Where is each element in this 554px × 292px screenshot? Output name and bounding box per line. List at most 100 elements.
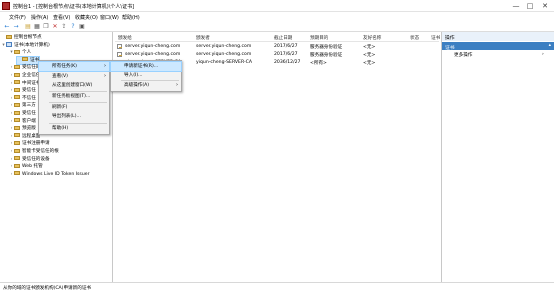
tree-item[interactable]: › 第三方 (9, 102, 36, 109)
tree-item-label: 预览版 (22, 126, 36, 132)
context-menu-item[interactable]: 刷新(F) (39, 103, 109, 112)
all-tasks-submenu: 申请新证书(R)... 导入(I)... 高级操作(A) › (110, 60, 182, 92)
tree-item[interactable]: › 远程桌面 (9, 133, 40, 140)
table-cell: <无> (363, 61, 376, 66)
tree-item[interactable]: › 智能卡受信任的根 (9, 148, 59, 155)
tree-item[interactable]: 控制台根节点 (1, 34, 42, 41)
menu-window[interactable]: 窗口(W) (100, 14, 119, 21)
minimize-button[interactable]: — (510, 1, 522, 11)
up-folder-icon[interactable]: ▤ (24, 23, 32, 30)
menu-file[interactable]: 文件(F) (9, 14, 26, 21)
export-icon[interactable]: ⇪ (60, 23, 68, 30)
menu-action[interactable]: 操作(A) (31, 14, 48, 21)
tree-item[interactable]: › 预览版 (9, 125, 36, 132)
tree-item[interactable]: › Web 托管 (9, 163, 43, 170)
close-button[interactable]: ✕ (539, 1, 551, 11)
console-tree-icon[interactable]: ▦ (33, 23, 41, 30)
table-cell: 2017/6/27 (274, 52, 298, 57)
folder-icon (14, 156, 20, 161)
more-actions-arrow-icon: › (542, 52, 544, 57)
table-cell: server.yiqun-cheng.com (196, 44, 252, 49)
title-bar: 控制台1 - [控制台根节点\证书(本地计算机)\个人\证书] — □ ✕ (0, 0, 554, 12)
menu-separator (49, 90, 107, 92)
copy-icon[interactable]: ❐ (42, 23, 50, 30)
help-icon[interactable]: ? (69, 23, 77, 30)
menu-favorites[interactable]: 收藏夹(O) (75, 14, 98, 21)
submenu-item[interactable]: 申请新证书(R)... (110, 61, 182, 72)
folder-icon (14, 87, 20, 92)
tree-item[interactable]: › 客户端 (9, 118, 36, 125)
submenu-item[interactable]: 高级操作(A) › (111, 81, 181, 90)
tree-item-label: 不信任 (22, 95, 36, 101)
folder-icon (14, 80, 20, 85)
table-cell: server.yiqun-cheng.com (196, 52, 252, 57)
tree-item-label: 个人 (22, 50, 32, 56)
context-menu-item[interactable]: 帮助(H) (39, 124, 109, 133)
tree-item[interactable]: ▾ 个人 (9, 49, 31, 56)
toolbar: ← → ▤ ▦ ❐ ✕ ⇪ ? ▣ (0, 21, 554, 32)
actions-pane: 操作 证书 ▴ 更多操作 › (441, 32, 554, 282)
list-header: 颁发给 颁发者 截止日期 预期目的 友好名称 状态 证书 (115, 32, 440, 42)
folder-icon (14, 102, 20, 107)
submenu-item[interactable]: 导入(I)... (111, 71, 181, 80)
tree-item[interactable]: › 不信任 (9, 95, 36, 102)
menu-help[interactable]: 帮助(H) (122, 14, 140, 21)
menu-item-label: 查看(V) (52, 74, 68, 79)
column-expiration[interactable]: 截止日期 (274, 35, 292, 41)
folder-icon (6, 34, 12, 39)
context-menu-item[interactable]: 查看(V) › (39, 72, 109, 81)
back-icon[interactable]: ← (3, 23, 11, 30)
context-menu-item[interactable]: 新任务板视图(T)... (39, 92, 109, 101)
tree-item[interactable]: › 受信任 (9, 87, 36, 94)
table-cell: server.yiqun-cheng.com (125, 44, 181, 49)
tree-item-label: 证书(本地计算机) (14, 42, 50, 48)
maximize-button[interactable]: □ (524, 1, 536, 11)
folder-icon (14, 163, 20, 168)
column-template[interactable]: 证书 (431, 35, 440, 41)
tree-item[interactable]: ▾ 证书(本地计算机) (1, 41, 50, 49)
mmc-app-icon[interactable] (2, 2, 10, 10)
context-menu-item[interactable]: 导出列表(L)... (39, 112, 109, 121)
context-menu-item[interactable]: 所有任务(K) › (38, 61, 110, 72)
forward-icon[interactable]: → (12, 23, 20, 30)
certificate-icon (117, 52, 122, 57)
tree-item[interactable]: 证书 (15, 55, 41, 65)
folder-icon (22, 57, 28, 62)
table-cell: <所有> (310, 61, 327, 66)
context-menu-item[interactable]: 从这里创建窗口(W) (39, 81, 109, 90)
more-actions-link[interactable]: 更多操作 › (454, 52, 544, 58)
collapse-arrow-icon: ▴ (548, 43, 551, 48)
tree-item[interactable]: › 受信任的设备 (9, 156, 50, 163)
folder-icon (14, 133, 20, 138)
table-row[interactable]: server.yiqun-cheng.com server.yiqun-cheng… (115, 43, 439, 51)
column-issued-to[interactable]: 颁发给 (118, 35, 132, 41)
folder-icon (14, 140, 20, 145)
actions-selected-section[interactable]: 证书 ▴ (442, 42, 554, 51)
tree-item[interactable]: › 企业信任 (9, 72, 40, 79)
actions-selected-label: 证书 (445, 45, 455, 51)
table-cell: <无> (363, 45, 376, 50)
menu-item-label: 刷新(F) (52, 105, 68, 110)
tree-item[interactable]: › 证书注册申请 (9, 140, 50, 147)
folder-icon (14, 118, 20, 123)
tree-item[interactable]: › 受信任的 (9, 64, 40, 71)
properties-icon[interactable]: ▣ (78, 23, 86, 30)
menu-item-label: 新任务板视图(T)... (52, 94, 91, 99)
table-row[interactable]: server.yiqun-cheng.com server.yiqun-cheng… (115, 51, 439, 59)
certificate-icon (117, 44, 122, 49)
folder-icon (14, 72, 20, 77)
tree-item-label: Windows Live ID Token Issuer (22, 171, 90, 177)
tree-item[interactable]: › 受信任 (9, 110, 36, 117)
column-purposes[interactable]: 预期目的 (310, 35, 328, 41)
menu-view[interactable]: 查看(V) (53, 14, 70, 21)
column-friendly-name[interactable]: 友好名称 (363, 35, 381, 41)
tree-item-label: 智能卡受信任的根 (22, 149, 59, 154)
delete-icon[interactable]: ✕ (51, 23, 59, 30)
column-status[interactable]: 状态 (410, 35, 419, 41)
table-cell: yiqun-cheng-SERVER-CA (196, 60, 252, 65)
column-issued-by[interactable]: 颁发者 (196, 35, 210, 41)
menu-item-label: 导入(I)... (124, 73, 143, 78)
tree-item[interactable]: › 中间证书 (9, 80, 40, 87)
table-cell: <无> (363, 53, 376, 58)
tree-item[interactable]: › Windows Live ID Token Issuer (9, 171, 89, 178)
